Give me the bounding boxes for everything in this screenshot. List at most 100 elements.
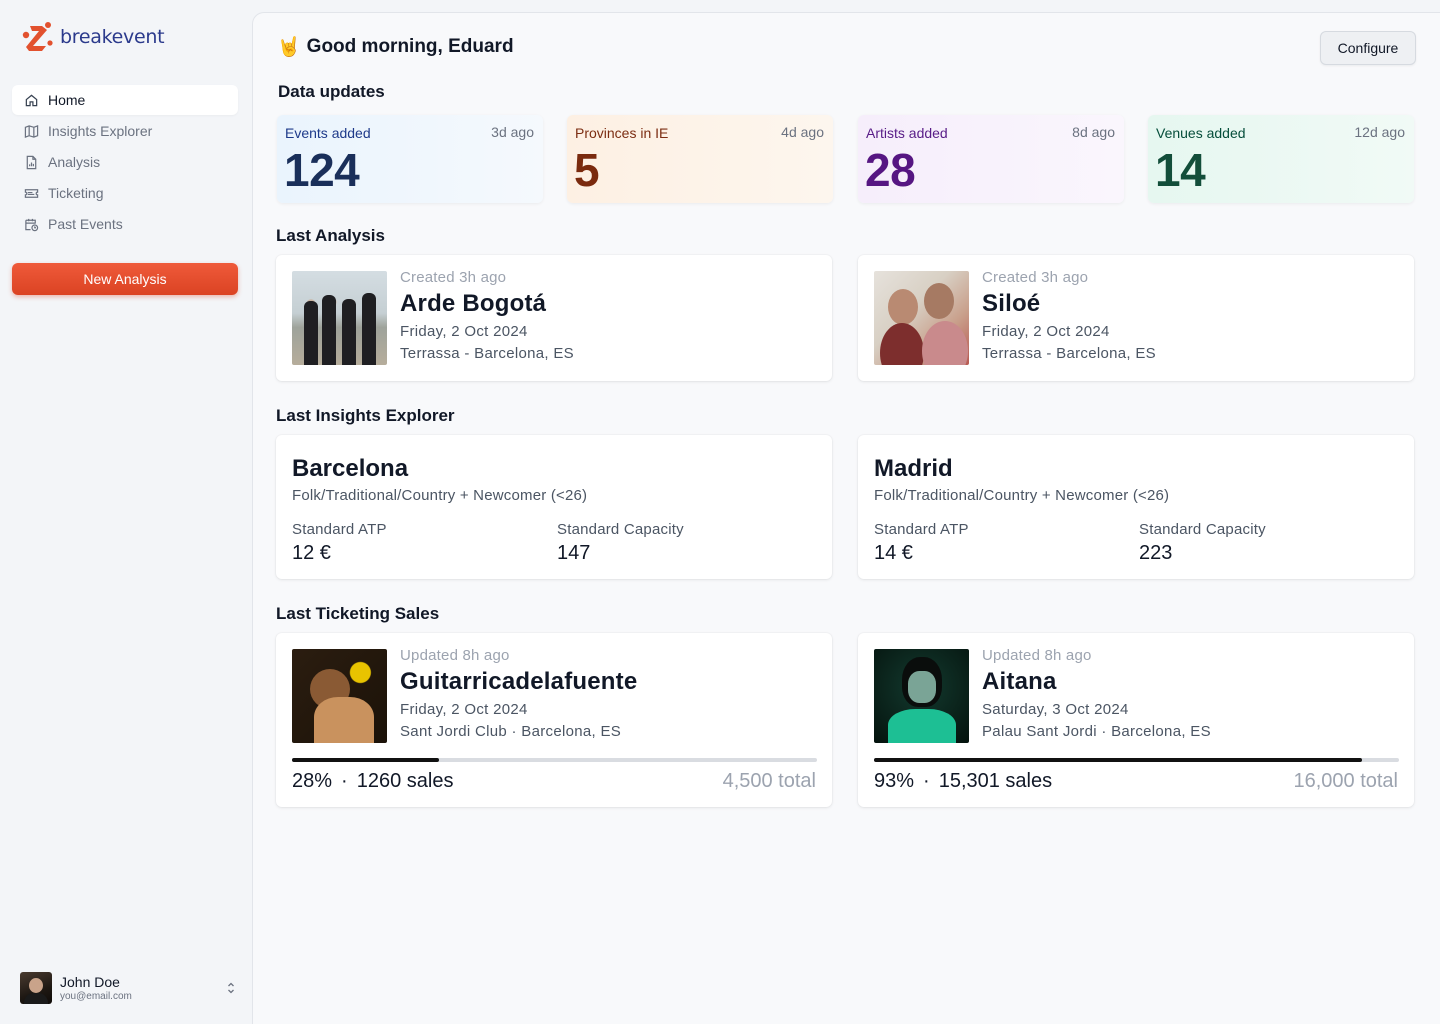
sales-progress-bar [292, 758, 817, 762]
stat-ago: 8d ago [1072, 124, 1115, 140]
sidebar-item-label: Home [48, 92, 86, 108]
stat-label: Venues added [1156, 125, 1246, 141]
map-icon [24, 124, 39, 138]
sales-count: 1260 sales [356, 770, 454, 792]
stat-card-events: Events added 3d ago 124 [277, 115, 543, 203]
insights-card[interactable]: Madrid Folk/Traditional/Country + Newcom… [858, 435, 1414, 579]
sidebar-item-label: Ticketing [48, 185, 104, 201]
artist-name: Aitana [982, 668, 1057, 695]
stat-label: Provinces in IE [575, 125, 669, 141]
event-location: Terrassa - Barcelona, ES [400, 345, 574, 362]
user-menu[interactable]: John Doe you@email.com [20, 972, 236, 1004]
sidebar: breakevent Home Insights Explorer Analys… [0, 0, 252, 1024]
sales-progress-fill [874, 758, 1363, 762]
atp-label: Standard ATP [874, 521, 969, 538]
created-time: Created 3h ago [400, 269, 507, 286]
artist-name: Guitarricadelafuente [400, 668, 638, 695]
analysis-card[interactable]: Created 3h ago Siloé Friday, 2 Oct 2024 … [858, 255, 1414, 381]
sales-percent: 28% [292, 770, 333, 792]
sales-percent: 93% [874, 770, 915, 792]
user-name: John Doe [60, 973, 120, 990]
new-analysis-button[interactable]: New Analysis [12, 263, 238, 295]
capacity-label: Standard Capacity [1139, 521, 1266, 538]
avatar [20, 972, 52, 1004]
document-chart-icon [26, 155, 37, 169]
sidebar-item-analysis[interactable]: Analysis [12, 147, 238, 177]
event-location: Palau Sant Jordi · Barcelona, ES [982, 723, 1211, 740]
stat-ago: 3d ago [491, 124, 534, 140]
greeting-text: Good morning, Eduard [306, 36, 514, 57]
separator-dot: · [923, 770, 930, 792]
updated-time: Updated 8h ago [400, 647, 510, 664]
sidebar-item-label: Insights Explorer [48, 123, 153, 139]
updated-time: Updated 8h ago [982, 647, 1092, 664]
sales-progress-bar [874, 758, 1399, 762]
user-email: you@email.com [60, 990, 132, 1002]
stat-card-venues: Venues added 12d ago 14 [1148, 115, 1414, 203]
calendar-clock-icon [25, 218, 39, 231]
stat-value: 28 [865, 144, 916, 196]
sales-summary: 28% · 1260 sales [292, 770, 453, 793]
stat-ago: 12d ago [1354, 124, 1405, 140]
sidebar-item-insights-explorer[interactable]: Insights Explorer [12, 116, 238, 146]
chevron-up-down-icon[interactable] [226, 981, 236, 995]
ticketing-card[interactable]: Updated 8h ago Guitarricadelafuente Frid… [276, 633, 832, 807]
brand-logo[interactable]: breakevent [20, 20, 165, 54]
stat-label: Artists added [866, 125, 948, 141]
artist-photo [292, 271, 387, 365]
sales-total: 16,000 total [1293, 770, 1398, 792]
artist-photo [292, 649, 387, 743]
sidebar-item-label: Analysis [48, 154, 101, 170]
section-title-last-ticketing: Last Ticketing Sales [276, 604, 440, 623]
sidebar-nav: Home Insights Explorer Analysis Ticketin… [12, 85, 238, 240]
sales-count: 15,301 sales [938, 770, 1053, 792]
home-icon [25, 94, 38, 106]
rock-hand-icon: 🤘 [277, 37, 301, 58]
ticketing-card[interactable]: Updated 8h ago Aitana Saturday, 3 Oct 20… [858, 633, 1414, 807]
stat-label: Events added [285, 125, 371, 141]
segment: Folk/Traditional/Country + Newcomer (<26… [874, 487, 1170, 504]
configure-button[interactable]: Configure [1320, 31, 1416, 65]
sidebar-item-label: Past Events [48, 216, 123, 232]
ticket-icon [24, 188, 39, 198]
stat-value: 124 [284, 144, 360, 196]
sales-progress-fill [292, 758, 439, 762]
section-title-last-insights: Last Insights Explorer [276, 406, 455, 425]
artist-name: Arde Bogotá [400, 290, 547, 317]
atp-value: 14 € [874, 542, 913, 564]
event-date: Friday, 2 Oct 2024 [400, 323, 528, 340]
atp-value: 12 € [292, 542, 331, 564]
capacity-value: 147 [557, 542, 591, 564]
brand-name: breakevent [60, 26, 165, 48]
section-title-data-updates: Data updates [278, 82, 385, 101]
stat-card-artists: Artists added 8d ago 28 [858, 115, 1124, 203]
artist-photo [874, 271, 969, 365]
main-content: 🤘 Good morning, Eduard Configure Data up… [252, 12, 1440, 1024]
capacity-label: Standard Capacity [557, 521, 684, 538]
sidebar-item-past-events[interactable]: Past Events [12, 209, 238, 239]
atp-label: Standard ATP [292, 521, 387, 538]
event-date: Friday, 2 Oct 2024 [400, 701, 528, 718]
sidebar-item-ticketing[interactable]: Ticketing [12, 178, 238, 208]
stat-ago: 4d ago [781, 124, 824, 140]
stat-value: 5 [574, 144, 600, 196]
insights-card[interactable]: Barcelona Folk/Traditional/Country + New… [276, 435, 832, 579]
city-name: Barcelona [292, 455, 409, 482]
sales-summary: 93% · 15,301 sales [874, 770, 1052, 793]
stat-value: 14 [1155, 144, 1206, 196]
event-date: Saturday, 3 Oct 2024 [982, 701, 1129, 718]
separator-dot: · [341, 770, 348, 792]
segment: Folk/Traditional/Country + Newcomer (<26… [292, 487, 588, 504]
sidebar-item-home[interactable]: Home [12, 85, 238, 115]
stat-card-provinces: Provinces in IE 4d ago 5 [567, 115, 833, 203]
city-name: Madrid [874, 455, 953, 482]
created-time: Created 3h ago [982, 269, 1089, 286]
page-title: 🤘 Good morning, Eduard [277, 35, 514, 59]
capacity-value: 223 [1139, 542, 1173, 564]
breakevent-logo-icon [22, 22, 53, 51]
event-location: Terrassa - Barcelona, ES [982, 345, 1156, 362]
sales-total: 4,500 total [722, 770, 816, 792]
event-location: Sant Jordi Club · Barcelona, ES [400, 723, 622, 740]
analysis-card[interactable]: Created 3h ago Arde Bogotá Friday, 2 Oct… [276, 255, 832, 381]
section-title-last-analysis: Last Analysis [276, 226, 385, 245]
